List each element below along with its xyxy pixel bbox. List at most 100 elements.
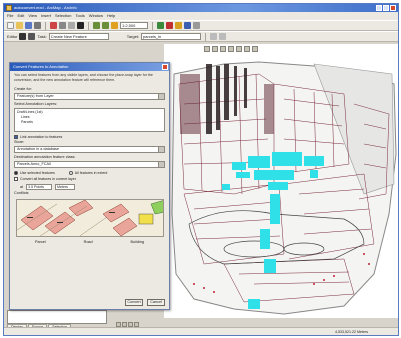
full-extent-icon[interactable]: [228, 45, 234, 52]
open-icon[interactable]: [16, 22, 23, 29]
map-tools: [164, 44, 284, 53]
edit-tool-icon[interactable]: [19, 33, 27, 40]
title-bar: autoconvert.mxd - ArcMap - ArcInfo: [4, 4, 398, 12]
measure-icon[interactable]: [252, 45, 258, 52]
arctoolbox-icon[interactable]: [166, 22, 173, 29]
opt-selected-row[interactable]: Use selected features: [10, 170, 55, 176]
sketch-tool-icon[interactable]: [28, 33, 36, 40]
print-icon[interactable]: [34, 22, 41, 29]
opt-all-label: Convert all features in current layer: [20, 177, 76, 181]
dialog-intro: You can select features from any visible…: [14, 73, 153, 82]
undo-icon[interactable]: [93, 22, 100, 29]
sketch-properties-icon[interactable]: [219, 33, 227, 40]
create-for-select[interactable]: Feature(s) from Layer: [14, 93, 165, 100]
menu-bar: File Edit View Insert Selection Tools Wi…: [4, 12, 398, 20]
minimize-icon[interactable]: [376, 5, 382, 11]
layer-name: Draft/Lines (1st): [17, 110, 43, 114]
parcel-map: [171, 61, 397, 315]
chevron-down-icon[interactable]: [158, 94, 164, 99]
destination-select[interactable]: Parcels Anno_FCAll: [14, 161, 165, 168]
editor-toolbar-icon[interactable]: [157, 22, 164, 29]
delete-icon[interactable]: [77, 22, 84, 29]
opt-extent-row[interactable]: All features in extent: [65, 170, 108, 176]
opt-extent-radio[interactable]: [68, 171, 73, 175]
redo-icon[interactable]: [102, 22, 109, 29]
menu-selection[interactable]: Selection: [55, 12, 71, 20]
zoom-in-icon[interactable]: [204, 45, 210, 52]
preview-caption: Road: [83, 240, 93, 244]
dialog-close-icon[interactable]: [162, 64, 168, 70]
paste-icon[interactable]: [68, 22, 75, 29]
menu-insert[interactable]: Insert: [41, 12, 51, 20]
menu-tools[interactable]: Tools: [75, 12, 84, 20]
save-icon[interactable]: [25, 22, 32, 29]
tolerance-input[interactable]: 3.5 Points: [26, 183, 52, 190]
select-features-icon[interactable]: [244, 45, 250, 52]
menu-file[interactable]: File: [7, 12, 13, 20]
layers-list[interactable]: Draft/Lines (1st) Lines Parcels: [14, 108, 165, 132]
separator: [205, 32, 207, 41]
task-label: Task:: [37, 34, 47, 39]
chevron-down-icon[interactable]: [158, 162, 164, 167]
help-icon[interactable]: [193, 22, 200, 29]
maximize-icon[interactable]: [383, 5, 389, 11]
scale-field[interactable]: 1:2,500: [120, 22, 148, 29]
layer-name: Parcels: [21, 120, 33, 124]
new-icon[interactable]: [7, 22, 14, 29]
preview-image: [16, 199, 164, 237]
identify-icon[interactable]: [236, 45, 242, 52]
opt-selected-radio[interactable]: [14, 171, 18, 175]
list-item[interactable]: Parcels: [17, 120, 162, 125]
tolerance-row: at 3.5 Points Meters: [10, 182, 169, 191]
task-select[interactable]: Create New Feature: [48, 33, 109, 40]
store-value: Annotation in a database: [17, 147, 60, 151]
dialog-title: Convert Features to Annotation: [13, 64, 69, 69]
table-of-contents-panel[interactable]: [7, 310, 107, 324]
command-line-icon[interactable]: [184, 22, 191, 29]
opt-all-checkbox[interactable]: [14, 177, 18, 181]
catalog-icon[interactable]: [175, 22, 182, 29]
status-bar: 4,533,521.22 Meters: [4, 327, 398, 335]
standard-toolbar: 1:2,500: [4, 20, 398, 31]
dialog-buttons: Convert Cancel: [125, 299, 165, 306]
link-annotation-label: Link annotation to features: [20, 135, 63, 139]
destination-value: Parcels Anno_FCAll: [17, 162, 51, 166]
window-controls: [376, 5, 396, 11]
attributes-icon[interactable]: [210, 33, 218, 40]
cut-icon[interactable]: [50, 22, 57, 29]
window-title: autoconvert.mxd - ArcMap - ArcInfo: [14, 5, 77, 10]
menu-edit[interactable]: Edit: [17, 12, 24, 20]
menu-window[interactable]: Window: [89, 12, 103, 20]
tolerance-units-select[interactable]: Meters: [55, 183, 75, 190]
opt-extent-label: All features in extent: [74, 171, 108, 175]
layers-label: Select Annotation Layers:: [14, 102, 58, 106]
convert-button[interactable]: Convert: [125, 299, 143, 306]
status-coordinates: 4,533,521.22 Meters: [335, 330, 368, 334]
opt-selected-label: Use selected features: [20, 171, 55, 175]
store-label: Store:: [14, 140, 25, 144]
store-select[interactable]: Annotation in a database: [14, 146, 165, 153]
cancel-button[interactable]: Cancel: [147, 299, 165, 306]
destination-label: Destination annotation feature class:: [14, 155, 76, 159]
copy-icon[interactable]: [59, 22, 66, 29]
preview-captions: Parcel Road Building: [10, 239, 169, 245]
target-select[interactable]: parcels_ln: [141, 33, 202, 40]
preview-caption: Parcel: [34, 240, 46, 244]
preview-caption: Building: [130, 240, 145, 244]
create-for-label: Create for:: [14, 87, 32, 91]
chevron-down-icon[interactable]: [158, 147, 164, 152]
add-data-icon[interactable]: [111, 22, 118, 29]
editor-menu[interactable]: Editor: [7, 34, 17, 39]
preview-illustration: [17, 200, 163, 236]
pan-icon[interactable]: [220, 45, 226, 52]
tolerance-label: at: [20, 184, 23, 189]
menu-help[interactable]: Help: [107, 12, 115, 20]
menu-view[interactable]: View: [28, 12, 37, 20]
separator: [45, 21, 46, 30]
close-icon[interactable]: [390, 5, 396, 11]
link-annotation-checkbox[interactable]: [14, 135, 18, 139]
map-canvas[interactable]: [164, 44, 398, 318]
zoom-out-icon[interactable]: [212, 45, 218, 52]
dialog-title-bar: Convert Features to Annotation: [10, 63, 169, 71]
arcmap-window: autoconvert.mxd - ArcMap - ArcInfo File …: [3, 3, 399, 336]
